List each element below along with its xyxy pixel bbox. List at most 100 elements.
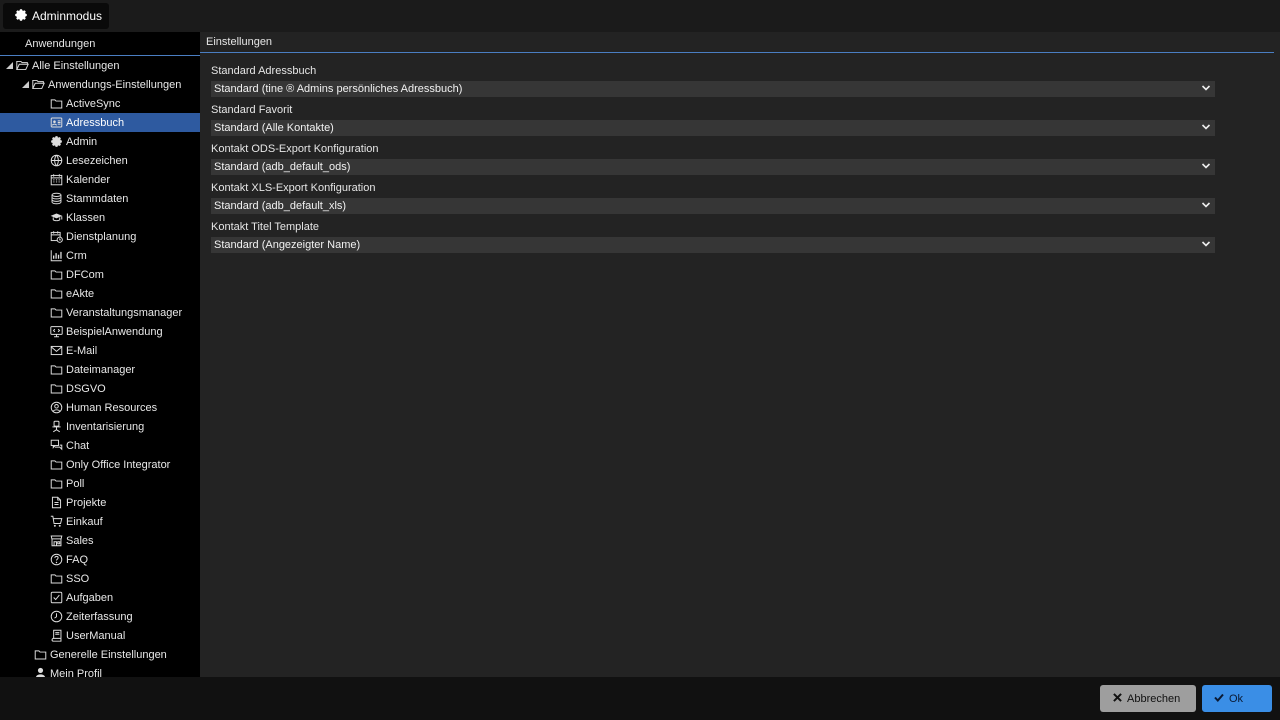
tree-item-human-resources[interactable]: Human Resources — [0, 398, 200, 417]
select-value: Standard (Alle Kontakte) — [214, 122, 334, 134]
tree-item-label: UserManual — [66, 629, 126, 642]
envelope-icon — [49, 344, 63, 358]
field-label: Standard Favorit — [211, 104, 293, 116]
tree-item-label: Crm — [66, 249, 87, 262]
field-standard-adressbuch: Standard Adressbuch Standard (tine ® Admi… — [211, 64, 1280, 97]
bar-chart-icon — [49, 249, 63, 263]
panel-title: Einstellungen — [200, 32, 1274, 53]
tree-item-sales[interactable]: Sales — [0, 531, 200, 550]
kontakt-ods-export-konfiguration-select[interactable]: Standard (adb_default_ods) — [211, 159, 1215, 175]
tree-item-lesezeichen[interactable]: Lesezeichen — [0, 151, 200, 170]
folder-icon — [49, 363, 63, 377]
folder-icon — [49, 382, 63, 396]
tree-item-projekte[interactable]: Projekte — [0, 493, 200, 512]
standard-adressbuch-select[interactable]: Standard (tine ® Admins persönliches Adr… — [211, 81, 1215, 97]
chevron-down-icon[interactable] — [1201, 161, 1211, 174]
tree-item-einkauf[interactable]: Einkauf — [0, 512, 200, 531]
tree-item-anwendungs-einstellungen[interactable]: Anwendungs-Einstellungen — [0, 75, 200, 94]
folder-open-icon — [31, 78, 45, 92]
tree-item-activesync[interactable]: ActiveSync — [0, 94, 200, 113]
tree-item-label: Generelle Einstellungen — [50, 648, 167, 661]
tree-item-sso[interactable]: SSO — [0, 569, 200, 588]
calendar-icon — [49, 173, 63, 187]
cancel-button[interactable]: Abbrechen — [1100, 685, 1196, 712]
folder-icon — [49, 572, 63, 586]
field-kontakt-titel-template: Kontakt Titel Template Standard (Angezeig… — [211, 220, 1280, 253]
tree-item-inventarisierung[interactable]: Inventarisierung — [0, 417, 200, 436]
field-label: Kontakt Titel Template — [211, 221, 320, 233]
tree-item-label: eAkte — [66, 287, 95, 300]
field-kontakt-xls-export-konfiguration: Kontakt XLS-Export Konfiguration Standard… — [211, 181, 1280, 214]
tree-item-veranstaltungsmanager[interactable]: Veranstaltungsmanager — [0, 303, 200, 322]
folder-icon — [49, 306, 63, 320]
tree-item-chat[interactable]: Chat — [0, 436, 200, 455]
tree-item-adressbuch[interactable]: Adressbuch — [0, 113, 200, 132]
admin-mode-label: Adminmodus — [32, 9, 103, 23]
checkmark-icon — [1214, 693, 1229, 705]
admin-mode-button[interactable]: Adminmodus — [3, 3, 109, 29]
tree-item-klassen[interactable]: Klassen — [0, 208, 200, 227]
tree-item-poll[interactable]: Poll — [0, 474, 200, 493]
chevron-down-icon[interactable] — [1201, 83, 1211, 96]
field-label: Standard Adressbuch — [211, 65, 317, 77]
tree-item-usermanual[interactable]: UserManual — [0, 626, 200, 645]
chevron-down-icon[interactable] — [1201, 122, 1211, 135]
tree-item-stammdaten[interactable]: Stammdaten — [0, 189, 200, 208]
tree-item-dsgvo[interactable]: DSGVO — [0, 379, 200, 398]
clock-icon — [49, 610, 63, 624]
folder-icon — [49, 97, 63, 111]
globe-icon — [49, 154, 63, 168]
ok-button[interactable]: Ok — [1202, 685, 1272, 712]
tree-item-crm[interactable]: Crm — [0, 246, 200, 265]
tree-item-mein-profil[interactable]: Mein Profil — [0, 664, 200, 677]
top-bar: Adminmodus — [0, 0, 1280, 32]
tree-item-e-mail[interactable]: E-Mail — [0, 341, 200, 360]
tree-item-aufgaben[interactable]: Aufgaben — [0, 588, 200, 607]
tree-item-dienstplanung[interactable]: Dienstplanung — [0, 227, 200, 246]
chat-icon — [49, 439, 63, 453]
sidebar-header: Anwendungen — [0, 32, 200, 56]
tree-item-zeiterfassung[interactable]: Zeiterfassung — [0, 607, 200, 626]
field-label: Kontakt XLS-Export Konfiguration — [211, 182, 376, 194]
tree-item-admin[interactable]: Admin — [0, 132, 200, 151]
tree-item-label: Kalender — [66, 173, 111, 186]
calendar-clock-icon — [49, 230, 63, 244]
settings-tree: Alle Einstellungen Anwendungs-Einstellun… — [0, 56, 200, 677]
office-chair-icon — [49, 420, 63, 434]
tree-item-beispielanwendung[interactable]: BeispielAnwendung — [0, 322, 200, 341]
checkbox-icon — [49, 591, 63, 605]
expanded-arrow-icon[interactable] — [21, 81, 29, 89]
kontakt-xls-export-konfiguration-select[interactable]: Standard (adb_default_xls) — [211, 198, 1215, 214]
tree-item-label: SSO — [66, 572, 90, 585]
tree-item-label: Lesezeichen — [66, 154, 128, 167]
tree-item-label: Dateimanager — [66, 363, 136, 376]
kontakt-titel-template-select[interactable]: Standard (Angezeigter Name) — [211, 237, 1215, 253]
select-value: Standard (adb_default_xls) — [214, 200, 347, 212]
tree-item-generelle-einstellungen[interactable]: Generelle Einstellungen — [0, 645, 200, 664]
gear-icon — [14, 8, 32, 25]
cart-icon — [49, 515, 63, 529]
field-kontakt-ods-export-konfiguration: Kontakt ODS-Export Konfiguration Standard… — [211, 142, 1280, 175]
tree-item-dfcom[interactable]: DFCom — [0, 265, 200, 284]
tree-item-label: Zeiterfassung — [66, 610, 133, 623]
addressbook-icon — [49, 116, 63, 130]
field-label: Kontakt ODS-Export Konfiguration — [211, 143, 379, 155]
chevron-down-icon[interactable] — [1201, 239, 1211, 252]
tree-item-only-office-integrator[interactable]: Only Office Integrator — [0, 455, 200, 474]
document-icon — [49, 496, 63, 510]
tree-item-dateimanager[interactable]: Dateimanager — [0, 360, 200, 379]
tree-item-faq[interactable]: FAQ — [0, 550, 200, 569]
chevron-down-icon[interactable] — [1201, 200, 1211, 213]
tree-item-label: Mein Profil — [50, 667, 102, 678]
tree-item-label: Veranstaltungsmanager — [66, 306, 183, 319]
tree-item-eakte[interactable]: eAkte — [0, 284, 200, 303]
store-icon — [49, 534, 63, 548]
settings-form: Standard Adressbuch Standard (tine ® Admi… — [200, 53, 1280, 253]
standard-favorit-select[interactable]: Standard (Alle Kontakte) — [211, 120, 1215, 136]
database-icon — [49, 192, 63, 206]
tree-item-label: Admin — [66, 135, 98, 148]
tree-item-kalender[interactable]: Kalender — [0, 170, 200, 189]
expanded-arrow-icon[interactable] — [5, 62, 13, 70]
close-icon — [1113, 692, 1127, 705]
tree-item-alle-einstellungen[interactable]: Alle Einstellungen — [0, 56, 200, 75]
